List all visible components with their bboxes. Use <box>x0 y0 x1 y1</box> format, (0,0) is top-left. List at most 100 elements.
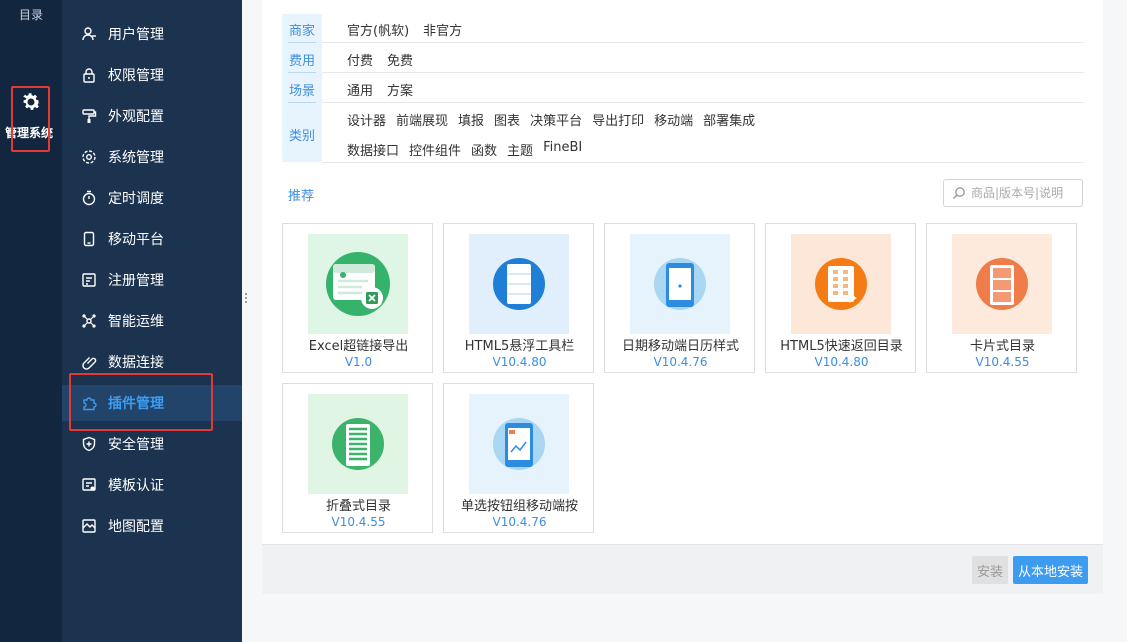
filter-option[interactable]: 免费 <box>387 50 413 69</box>
floating-toolbar-icon <box>469 234 569 334</box>
certificate-icon <box>82 478 96 491</box>
filter-key-category: 类别 <box>288 129 315 144</box>
filter-option[interactable]: 官方(帆软) <box>347 20 409 39</box>
filter-option[interactable]: 通用 <box>347 80 373 99</box>
radio-group-mobile-icon <box>469 394 569 494</box>
excel-export-icon <box>308 234 408 334</box>
plugin-name: HTML5悬浮工具栏 <box>464 339 575 354</box>
plugin-name: 日期移动端日历样式 <box>621 339 739 354</box>
menu-item-permission-management[interactable]: 权限管理 <box>62 57 242 93</box>
plugin-version: V10.4.76 <box>492 515 547 529</box>
filter-key-vendor: 商家 <box>288 24 315 39</box>
menu-item-label: 用户管理 <box>108 27 164 43</box>
menu-item-map-config[interactable]: 地图配置 <box>62 508 242 544</box>
filter-option[interactable]: 移动端 <box>654 110 693 129</box>
filter-option[interactable]: 主题 <box>507 140 533 159</box>
plugin-card-html5-floating-toolbar[interactable]: HTML5悬浮工具栏 V10.4.80 <box>443 223 594 373</box>
filter-option[interactable]: 部署集成 <box>703 110 755 129</box>
plugin-card-date-mobile-calendar[interactable]: 日期移动端日历样式 V10.4.76 <box>604 223 755 373</box>
register-icon <box>82 273 96 287</box>
plugin-version: V10.4.76 <box>653 355 708 369</box>
filter-values-cost: 付费 免费 <box>347 50 413 69</box>
menu-item-user-management[interactable]: 用户管理 <box>62 16 242 52</box>
menu-item-label: 安全管理 <box>108 437 164 453</box>
plugin-name: 卡片式目录 <box>969 339 1035 354</box>
resize-handle[interactable] <box>244 292 248 306</box>
menu-item-template-certification[interactable]: 模板认证 <box>62 467 242 503</box>
menu-item-scheduled-tasks[interactable]: 定时调度 <box>62 180 242 216</box>
catalog-label: 目录 <box>18 8 43 22</box>
install-from-local-button[interactable]: 从本地安装 <box>1013 556 1088 584</box>
menu-item-label: 智能运维 <box>108 314 164 330</box>
recommend-tab[interactable]: 推荐 <box>288 185 314 204</box>
menu-item-intelligent-ops[interactable]: 智能运维 <box>62 303 242 339</box>
filter-option[interactable]: 方案 <box>387 80 413 99</box>
mobile-icon <box>83 231 95 247</box>
mobile-calendar-icon <box>630 234 730 334</box>
filter-option[interactable]: 控件组件 <box>409 140 461 159</box>
plugin-version: V10.4.55 <box>331 515 386 529</box>
quick-return-icon <box>791 234 891 334</box>
panel-footer: 安装 从本地安装 <box>262 544 1103 594</box>
filter-option[interactable]: 数据接口 <box>347 140 399 159</box>
timer-icon <box>82 190 96 206</box>
link-icon <box>82 357 97 370</box>
menu-item-label: 外观配置 <box>108 109 164 125</box>
menu-item-security-management[interactable]: 安全管理 <box>62 426 242 462</box>
filter-key-scene: 场景 <box>288 84 315 99</box>
highlight-box-plugin-management <box>69 373 213 431</box>
search-icon <box>952 187 965 200</box>
shield-icon <box>82 436 96 452</box>
admin-menu: 用户管理 权限管理 外观配置 系统管理 定时调度 移动平台 注册管理 智能运维 … <box>62 0 242 642</box>
filter-option[interactable]: 付费 <box>347 50 373 69</box>
filter-option[interactable]: 前端展现 <box>396 110 448 129</box>
menu-item-registration-management[interactable]: 注册管理 <box>62 262 242 298</box>
filter-key-separator <box>288 72 316 73</box>
user-icon <box>82 27 96 41</box>
menu-item-appearance-config[interactable]: 外观配置 <box>62 98 242 134</box>
search-input[interactable] <box>971 186 1079 200</box>
filter-key-separator <box>288 102 316 103</box>
catalog-nav[interactable]: 目录 <box>0 0 62 23</box>
menu-item-system-management[interactable]: 系统管理 <box>62 139 242 175</box>
plugin-card-radio-button-group-mobile[interactable]: 单选按钮组移动端按 V10.4.76 <box>443 383 594 533</box>
filter-values-category-row2: 数据接口 控件组件 函数 主题 FineBI <box>347 140 582 159</box>
filter-row-cost <box>322 43 1084 73</box>
plugin-card-folding-catalog[interactable]: 折叠式目录 V10.4.55 <box>282 383 433 533</box>
menu-item-mobile-platform[interactable]: 移动平台 <box>62 221 242 257</box>
filter-values-scene: 通用 方案 <box>347 80 413 99</box>
plugin-card-card-catalog[interactable]: 卡片式目录 V10.4.55 <box>926 223 1077 373</box>
map-icon <box>82 519 96 533</box>
menu-item-label: 权限管理 <box>108 68 164 84</box>
plugin-card-html5-quick-return-catalog[interactable]: HTML5快速返回目录 V10.4.80 <box>765 223 916 373</box>
filter-values-category-row1: 设计器 前端展现 填报 图表 决策平台 导出打印 移动端 部署集成 <box>347 110 755 129</box>
install-button[interactable]: 安装 <box>972 556 1008 584</box>
menu-item-label: 移动平台 <box>108 232 164 248</box>
plugin-search-box[interactable] <box>943 179 1083 207</box>
paint-roller-icon <box>82 109 97 123</box>
filter-option[interactable]: 填报 <box>458 110 484 129</box>
filter-option[interactable]: FineBI <box>543 140 582 159</box>
menu-item-label: 系统管理 <box>108 150 164 166</box>
icon-rail: 目录 管理系统 <box>0 0 62 642</box>
filter-values-vendor: 官方(帆软) 非官方 <box>347 20 462 39</box>
plugin-version: V10.4.55 <box>975 355 1030 369</box>
filter-option[interactable]: 导出打印 <box>592 110 644 129</box>
ops-icon <box>82 314 96 328</box>
plugin-version: V10.4.80 <box>814 355 869 369</box>
filter-option[interactable]: 设计器 <box>347 110 386 129</box>
plugin-card-excel-hyperlink-export[interactable]: Excel超链接导出 V1.0 <box>282 223 433 373</box>
plugin-name: 折叠式目录 <box>325 499 391 514</box>
plugin-version: V10.4.80 <box>492 355 547 369</box>
card-catalog-icon <box>952 234 1052 334</box>
filter-option[interactable]: 函数 <box>471 140 497 159</box>
filter-area: 商家 费用 场景 类别 官方(帆软) 非官方 付费 免费 通用 方案 设计器 前… <box>282 14 1084 164</box>
filter-option[interactable]: 非官方 <box>423 20 462 39</box>
highlight-box-admin <box>11 86 50 152</box>
filter-key-cost: 费用 <box>288 54 315 69</box>
filter-option[interactable]: 决策平台 <box>530 110 582 129</box>
filter-option[interactable]: 图表 <box>494 110 520 129</box>
filter-key-separator <box>288 42 316 43</box>
menu-item-label: 模板认证 <box>108 478 164 494</box>
menu-item-label: 地图配置 <box>108 519 164 535</box>
